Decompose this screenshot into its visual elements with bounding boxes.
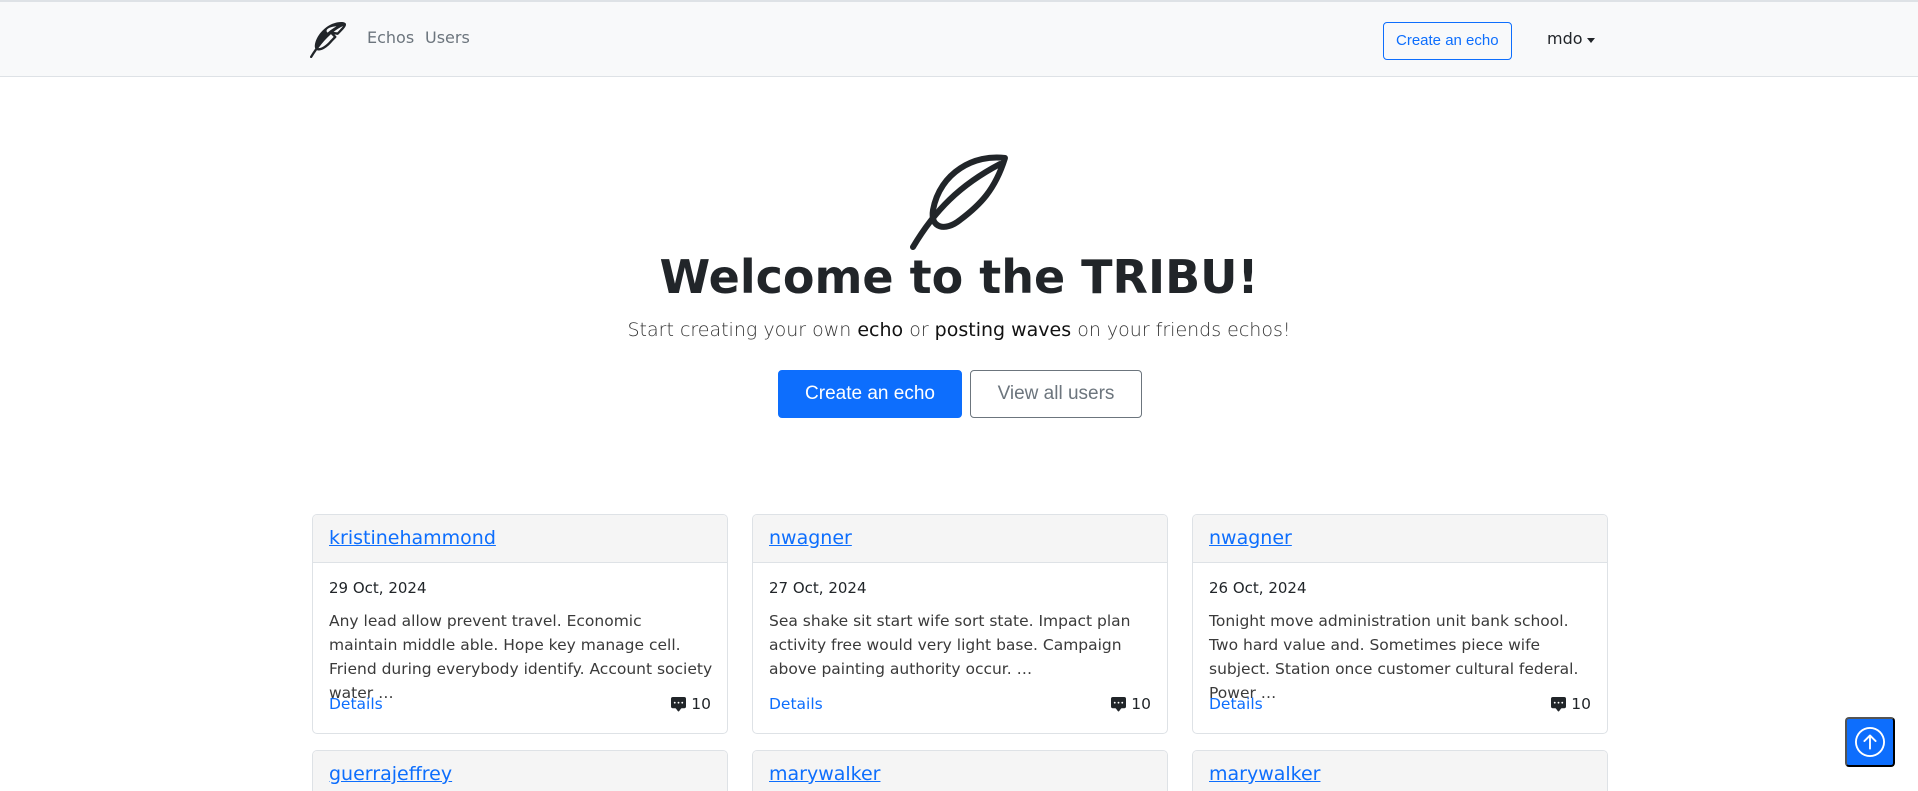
hero-subtitle-text: or — [903, 319, 935, 341]
echo-date: 26 Oct, 2024 — [1209, 579, 1307, 597]
chat-square-dots-icon — [671, 696, 687, 711]
chat-square-dots-icon — [1551, 696, 1567, 711]
navbar: Echos Users Create an echo mdo — [0, 0, 1918, 77]
echo-details-link[interactable]: Details — [329, 695, 383, 713]
view-all-users-button[interactable]: View all users — [970, 370, 1142, 418]
back-to-top-button[interactable] — [1845, 717, 1895, 767]
arrow-up-circle-icon — [1855, 727, 1885, 757]
chat-square-dots-icon — [1111, 696, 1127, 711]
user-menu-toggle[interactable]: mdo — [1547, 29, 1583, 48]
echo-comments: 10 — [1110, 695, 1151, 713]
echo-author-link[interactable]: kristinehammond — [329, 527, 496, 549]
comment-count: 10 — [691, 695, 711, 713]
hero-subtitle-text: Start creating your own — [627, 319, 858, 341]
card-body: 27 Oct, 2024 Sea shake sit start wife so… — [753, 563, 1167, 733]
hero-subtitle-waves: posting waves — [934, 319, 1072, 341]
echo-card: kristinehammond 29 Oct, 2024 Any lead al… — [312, 514, 728, 734]
echo-author-link[interactable]: marywalker — [1209, 763, 1321, 785]
nav-link-echos[interactable]: Echos — [367, 28, 414, 47]
feather-icon — [910, 154, 1008, 250]
echo-comments: 10 — [1550, 695, 1591, 713]
hero-subtitle: Start creating your own echo or posting … — [0, 319, 1918, 341]
echo-date: 29 Oct, 2024 — [329, 579, 427, 597]
echo-card: guerrajeffrey — [312, 750, 728, 791]
echo-card: nwagner 27 Oct, 2024 Sea shake sit start… — [752, 514, 1168, 734]
echo-author-link[interactable]: nwagner — [1209, 527, 1292, 549]
card-header: guerrajeffrey — [313, 751, 727, 791]
nav-link-users[interactable]: Users — [425, 28, 470, 47]
chevron-down-icon[interactable] — [1587, 38, 1595, 43]
feather-icon[interactable] — [310, 22, 346, 58]
echo-date: 27 Oct, 2024 — [769, 579, 867, 597]
echo-text: Tonight move administration unit bank sc… — [1209, 612, 1579, 702]
create-echo-button[interactable]: Create an echo — [778, 370, 962, 418]
card-header: nwagner — [753, 515, 1167, 563]
echo-details-link[interactable]: Details — [1209, 695, 1263, 713]
comment-count: 10 — [1131, 695, 1151, 713]
echo-text: Any lead allow prevent travel. Economic … — [329, 612, 713, 702]
card-header: marywalker — [1193, 751, 1607, 791]
echo-author-link[interactable]: marywalker — [769, 763, 881, 785]
card-body: 26 Oct, 2024 Tonight move administration… — [1193, 563, 1607, 733]
card-body: 29 Oct, 2024 Any lead allow prevent trav… — [313, 563, 727, 733]
card-header: marywalker — [753, 751, 1167, 791]
echo-author-link[interactable]: guerrajeffrey — [329, 763, 452, 785]
echo-card: nwagner 26 Oct, 2024 Tonight move admini… — [1192, 514, 1608, 734]
echo-author-link[interactable]: nwagner — [769, 527, 852, 549]
echo-details-link[interactable]: Details — [769, 695, 823, 713]
comment-count: 10 — [1571, 695, 1591, 713]
card-header: nwagner — [1193, 515, 1607, 563]
echo-text: Sea shake sit start wife sort state. Imp… — [769, 612, 1131, 678]
echo-card: marywalker — [752, 750, 1168, 791]
card-header: kristinehammond — [313, 515, 727, 563]
echo-card: marywalker — [1192, 750, 1608, 791]
hero-title: Welcome to the TRIBU! — [659, 250, 1259, 304]
hero-subtitle-text: on your friends echos! — [1071, 319, 1291, 341]
nav-create-echo-button[interactable]: Create an echo — [1383, 22, 1512, 60]
echo-comments: 10 — [670, 695, 711, 713]
hero-subtitle-echo: echo — [857, 319, 904, 341]
